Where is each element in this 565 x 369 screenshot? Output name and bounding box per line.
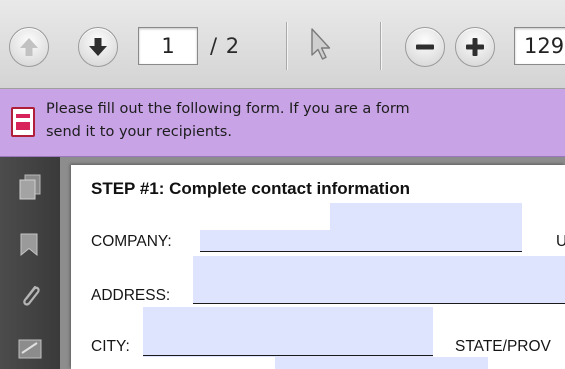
bookmark-icon[interactable]	[16, 231, 44, 259]
zoom-in-icon	[466, 38, 484, 56]
zoom-level-input[interactable]: 129	[514, 27, 565, 65]
next-row-field[interactable]	[275, 357, 488, 369]
step-title: STEP #1: Complete contact information	[91, 179, 410, 198]
address-underline	[193, 303, 565, 304]
pages-icon[interactable]	[16, 173, 44, 201]
address-field[interactable]	[193, 256, 565, 304]
address-label: ADDRESS:	[91, 287, 171, 304]
signature-icon[interactable]	[16, 335, 44, 363]
form-document-icon	[11, 107, 35, 137]
page-number-input[interactable]: 1	[138, 27, 198, 65]
state-province-label: STATE/PROV	[455, 338, 551, 355]
toolbar: 1 / 2 129	[0, 0, 565, 89]
toolbar-divider	[380, 22, 381, 70]
company-underline	[200, 251, 522, 252]
next-page-button[interactable]	[78, 27, 118, 67]
toolbar-divider	[286, 22, 287, 70]
cursor-icon[interactable]	[303, 24, 337, 64]
city-label: CITY:	[91, 338, 130, 355]
zoom-in-button[interactable]	[455, 27, 495, 67]
zoom-out-button[interactable]	[405, 27, 445, 67]
company-field[interactable]	[200, 230, 522, 252]
attachment-icon[interactable]	[16, 281, 44, 309]
arrow-down-icon	[89, 38, 107, 56]
form-notification-bar: Please fill out the following form. If y…	[0, 89, 565, 157]
arrow-up-icon	[20, 38, 38, 56]
zoom-out-icon	[416, 44, 434, 50]
city-underline	[143, 355, 433, 356]
city-field[interactable]	[143, 307, 433, 357]
page-total-label: / 2	[210, 34, 241, 58]
previous-page-button[interactable]	[9, 27, 49, 67]
form-message-line-1: Please fill out the following form. If y…	[46, 101, 410, 117]
company-label: COMPANY:	[91, 233, 172, 250]
navigation-panel	[0, 157, 60, 369]
form-message-line-2: send it to your recipients.	[46, 124, 232, 140]
truncated-label: U	[556, 233, 565, 250]
